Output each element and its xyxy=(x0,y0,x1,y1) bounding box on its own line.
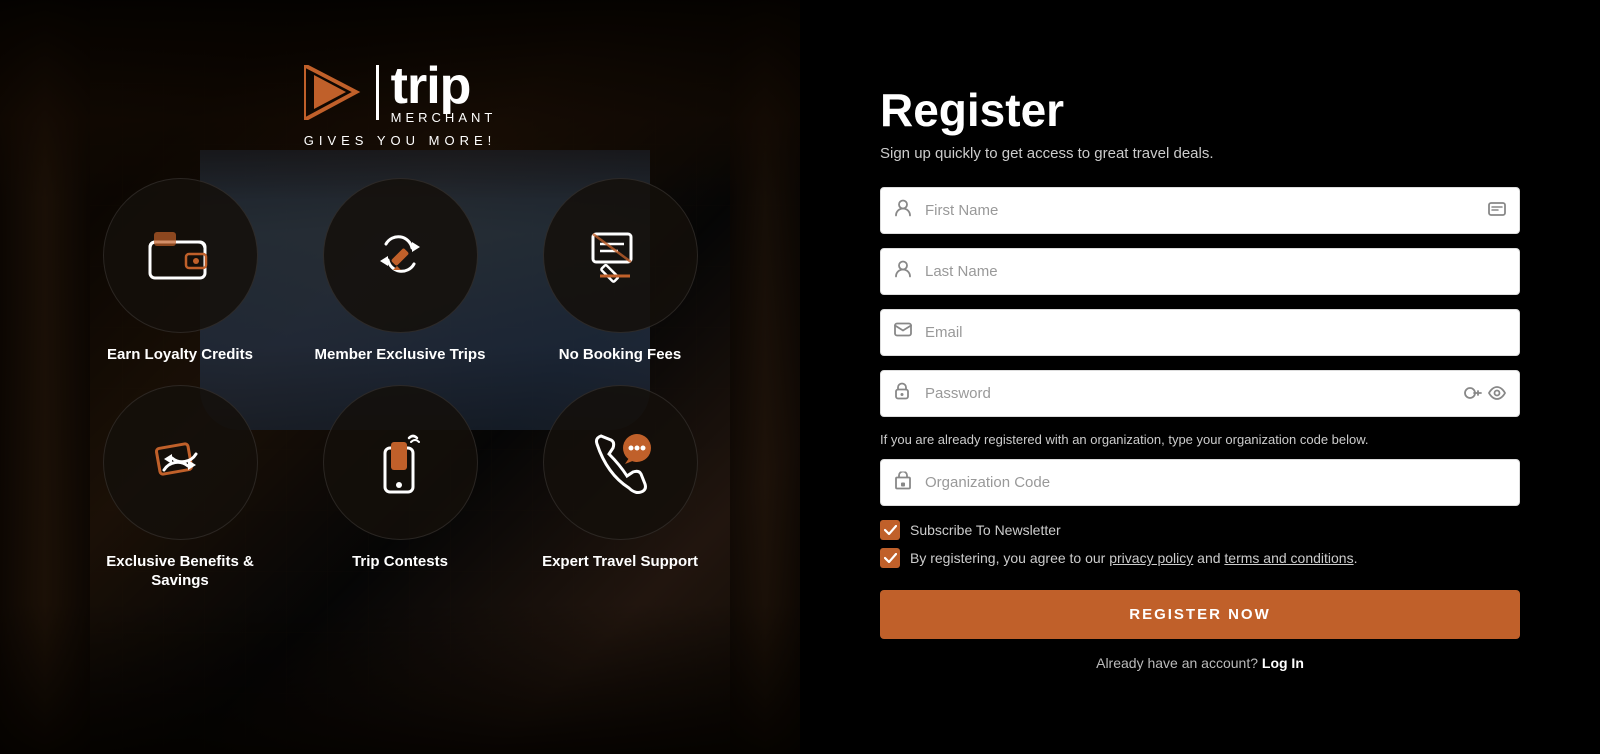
feature-earn-loyalty: Earn Loyalty Credits xyxy=(85,178,275,365)
login-link[interactable]: Log In xyxy=(1262,655,1304,671)
privacy-policy-link[interactable]: privacy policy xyxy=(1109,550,1193,566)
feature-member-exclusive: Member Exclusive Trips xyxy=(305,178,495,365)
feature-circle-earn-loyalty xyxy=(103,178,258,333)
login-prompt-text: Already have an account? xyxy=(1096,655,1258,671)
feature-no-booking: No Booking Fees xyxy=(525,178,715,365)
login-row: Already have an account? Log In xyxy=(880,655,1520,671)
feature-trip-contests: Trip Contests xyxy=(305,385,495,591)
features-grid: Earn Loyalty Credits xyxy=(85,178,715,591)
first-name-input[interactable] xyxy=(880,187,1520,234)
feature-label-no-booking: No Booking Fees xyxy=(559,345,682,365)
left-content: trip MERCHANT GIVES YOU MORE! xyxy=(0,0,800,754)
phone-signal-icon xyxy=(365,427,435,497)
tag-arrows-icon xyxy=(145,427,215,497)
envelope-icon xyxy=(894,323,912,342)
feature-label-expert-support: Expert Travel Support xyxy=(542,552,698,572)
last-name-input[interactable] xyxy=(880,248,1520,295)
message-icon-firstname xyxy=(1488,202,1506,218)
lock-icon xyxy=(894,382,910,405)
org-code-group xyxy=(880,459,1520,506)
right-panel: Register Sign up quickly to get access t… xyxy=(800,0,1600,754)
logo-text-container: trip MERCHANT xyxy=(391,60,497,125)
terms-checkbox[interactable] xyxy=(880,548,900,568)
logo-merchant-text: MERCHANT xyxy=(391,110,497,125)
password-group xyxy=(880,370,1520,417)
eye-icon[interactable] xyxy=(1488,385,1506,401)
wallet-icon xyxy=(145,221,215,291)
register-button[interactable]: REGISTER NOW xyxy=(880,590,1520,639)
tag-pencil-icon xyxy=(585,221,655,291)
key-icon[interactable] xyxy=(1464,385,1482,401)
feature-exclusive-benefits: Exclusive Benefits & Savings xyxy=(85,385,275,591)
feature-circle-exclusive-benefits xyxy=(103,385,258,540)
logo-container: trip MERCHANT xyxy=(304,60,497,125)
person-icon-lastname xyxy=(894,260,912,283)
password-icons xyxy=(1464,385,1506,401)
feature-circle-trip-contests xyxy=(323,385,478,540)
newsletter-checkbox-row[interactable]: Subscribe To Newsletter xyxy=(880,520,1520,540)
feature-circle-member-exclusive xyxy=(323,178,478,333)
logo-trip-text: trip xyxy=(391,60,471,112)
password-input[interactable] xyxy=(880,370,1520,417)
logo-arrow-icon xyxy=(304,65,364,120)
email-input[interactable] xyxy=(880,309,1520,356)
newsletter-checkbox[interactable] xyxy=(880,520,900,540)
left-panel: trip MERCHANT GIVES YOU MORE! xyxy=(0,0,800,754)
building-icon xyxy=(894,471,912,494)
register-title: Register xyxy=(880,83,1520,137)
phone-chat-icon xyxy=(585,427,655,497)
email-group xyxy=(880,309,1520,356)
register-subtitle: Sign up quickly to get access to great t… xyxy=(880,145,1520,162)
first-name-group xyxy=(880,187,1520,234)
feature-label-earn-loyalty: Earn Loyalty Credits xyxy=(107,345,253,365)
org-code-hint: If you are already registered with an or… xyxy=(880,431,1520,449)
feature-label-trip-contests: Trip Contests xyxy=(352,552,448,572)
feature-label-exclusive-benefits: Exclusive Benefits & Savings xyxy=(85,552,275,591)
logo-divider xyxy=(376,65,379,120)
feature-expert-support: Expert Travel Support xyxy=(525,385,715,591)
terms-checkbox-row[interactable]: By registering, you agree to our privacy… xyxy=(880,548,1520,568)
logo-tagline: GIVES YOU MORE! xyxy=(304,133,497,148)
arrows-exchange-icon xyxy=(365,221,435,291)
newsletter-label: Subscribe To Newsletter xyxy=(910,522,1061,538)
last-name-group xyxy=(880,248,1520,295)
terms-label: By registering, you agree to our privacy… xyxy=(910,550,1357,566)
feature-circle-expert-support xyxy=(543,385,698,540)
feature-circle-no-booking xyxy=(543,178,698,333)
person-icon-firstname xyxy=(894,199,912,222)
terms-link[interactable]: terms and conditions xyxy=(1224,550,1353,566)
feature-label-member-exclusive: Member Exclusive Trips xyxy=(315,345,486,365)
org-code-input[interactable] xyxy=(880,459,1520,506)
